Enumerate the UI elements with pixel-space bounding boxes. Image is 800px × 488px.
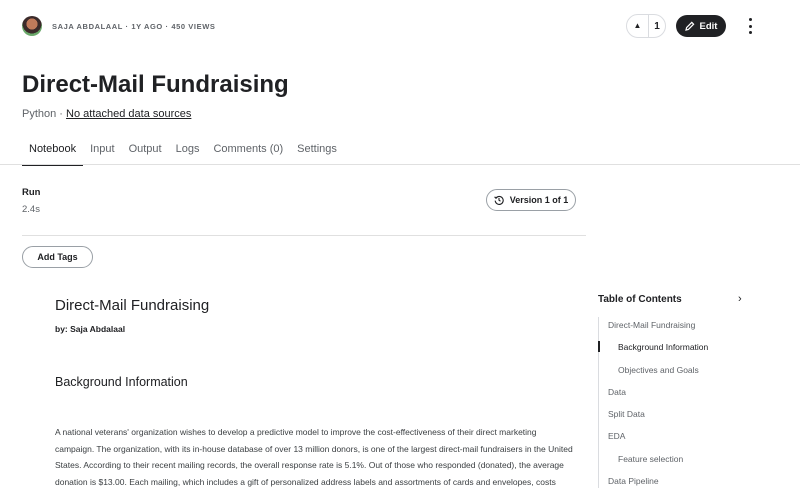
author-meta: SAJA ABDALAAL · 1Y AGO · 450 VIEWS [52, 22, 216, 31]
history-icon [493, 195, 504, 205]
edit-label: Edit [699, 20, 718, 32]
version-label: Version 1 of 1 [509, 195, 569, 205]
upvote-control[interactable]: ▲ 1 [626, 14, 666, 38]
version-button[interactable]: Version 1 of 1 [486, 189, 576, 211]
section-divider [22, 235, 586, 236]
tab-logs[interactable]: Logs [169, 143, 207, 165]
toc-item-objectives-and-goals[interactable]: Objectives and Goals [599, 362, 778, 384]
notebook-subline: Python · No attached data sources [22, 108, 191, 120]
run-label: Run [22, 187, 41, 198]
upvote-arrow-icon[interactable]: ▲ [627, 15, 649, 37]
add-tags-button[interactable]: Add Tags [22, 246, 93, 268]
language-label: Python · [22, 108, 67, 120]
notebook-author: by: Saja Abdalaal [55, 324, 126, 334]
pencil-icon [684, 21, 694, 31]
toc-item-eda[interactable]: EDA [599, 428, 778, 450]
toc-item-split-data[interactable]: Split Data [599, 406, 778, 428]
avatar[interactable] [22, 16, 42, 36]
tab-comments[interactable]: Comments (0) [206, 143, 290, 165]
section-heading: Background Information [55, 375, 188, 389]
tab-input[interactable]: Input [83, 143, 121, 165]
toc-item-background-information[interactable]: Background Information [598, 339, 778, 361]
toc-item-data[interactable]: Data [599, 384, 778, 406]
tab-settings[interactable]: Settings [290, 143, 344, 165]
notebook-title: Direct-Mail Fundraising [55, 297, 210, 314]
more-options-icon[interactable] [746, 18, 754, 34]
tab-bar: Notebook Input Output Logs Comments (0) … [22, 143, 344, 166]
vote-count: 1 [654, 20, 660, 32]
toc-title: Table of Contents [598, 294, 682, 305]
toc-item-feature-selection[interactable]: Feature selection [599, 451, 778, 473]
toc-list: Direct-Mail Fundraising Background Infor… [598, 317, 778, 488]
tab-output[interactable]: Output [122, 143, 169, 165]
page-title: Direct-Mail Fundraising [22, 71, 289, 98]
chevron-right-icon[interactable]: › [738, 293, 742, 305]
toc-item-direct-mail-fundraising[interactable]: Direct-Mail Fundraising [599, 317, 778, 339]
run-time: 2.4s [22, 204, 40, 215]
tab-notebook[interactable]: Notebook [22, 143, 84, 166]
edit-button[interactable]: Edit [676, 15, 726, 37]
top-bar: SAJA ABDALAAL · 1Y AGO · 450 VIEWS ▲ 1 E… [22, 14, 782, 38]
tabs-divider [0, 164, 800, 165]
toc-item-data-pipeline[interactable]: Data Pipeline [599, 473, 778, 488]
data-sources-link[interactable]: No attached data sources [66, 108, 191, 120]
background-paragraph: A national veterans' organization wishes… [55, 427, 573, 487]
